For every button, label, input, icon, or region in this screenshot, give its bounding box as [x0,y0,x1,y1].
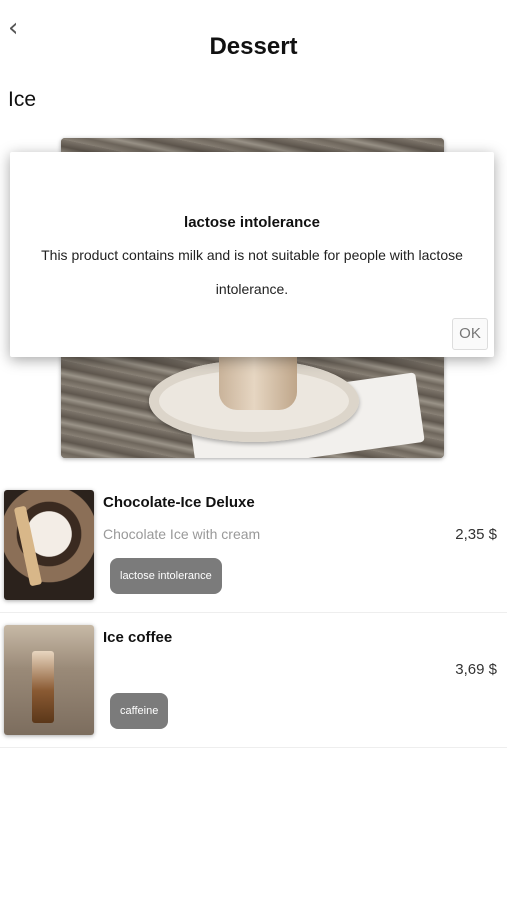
item-price: 3,69 $ [455,661,497,678]
list-item[interactable]: Chocolate-Ice Deluxe Chocolate Ice with … [0,484,507,613]
item-description: Chocolate Ice with cream [103,526,261,542]
section-title: Ice [8,88,37,111]
ok-button[interactable]: OK [452,318,488,350]
page-title: Dessert [209,33,298,60]
dialog-message: This product contains milk and is not su… [41,247,463,297]
list-item[interactable]: Ice coffee 3,69 $ caffeine [0,619,507,748]
lactose-dialog: lactose intolerance This product contain… [10,152,494,357]
item-price: 2,35 $ [455,526,497,543]
item-image [4,490,94,600]
tag-badge[interactable]: caffeine [110,693,169,729]
item-name: Chocolate-Ice Deluxe [103,494,255,511]
dialog-title: lactose intolerance [184,214,320,231]
item-image [4,625,94,735]
tag-badge[interactable]: lactose intolerance [110,558,222,594]
item-name: Ice coffee [103,629,173,646]
